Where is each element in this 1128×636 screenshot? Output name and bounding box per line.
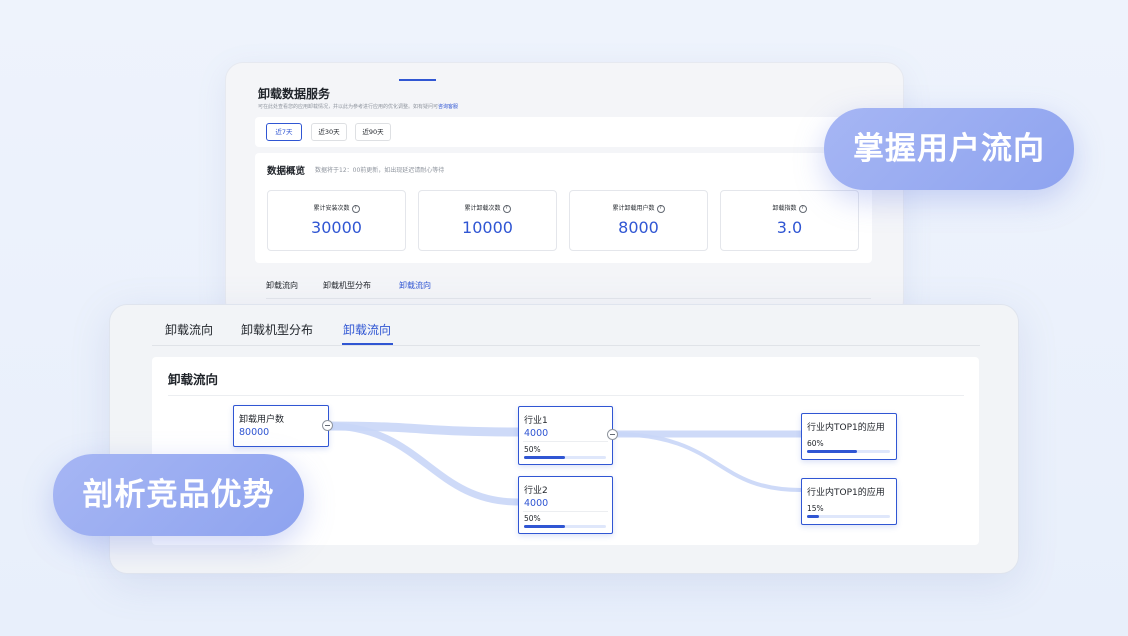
contact-support-link[interactable]: 咨询客服 (438, 104, 458, 110)
tab-uninstall-flow[interactable]: 卸载流向 (165, 321, 213, 338)
progress-fill (807, 450, 857, 453)
help-icon[interactable]: ? (351, 204, 360, 213)
node-label: 行业内TOP1的应用 (807, 423, 885, 433)
help-icon[interactable]: ? (656, 204, 665, 213)
metric-card-uninstall-index: 卸载指数? 3.0 (720, 190, 859, 251)
node-percent: 15% (807, 504, 824, 513)
node-label: 行业2 (524, 486, 548, 496)
node-percent: 60% (807, 439, 824, 448)
tab-divider (266, 298, 871, 299)
node-percent: 50% (524, 445, 541, 454)
metric-label: 累计安装次数 (313, 205, 350, 212)
help-icon[interactable]: ? (502, 204, 511, 213)
progress-fill (524, 456, 565, 459)
node-top-app-2[interactable]: 行业内TOP1的应用 15% (801, 478, 897, 525)
back-card: 卸载数据服务 可在此处查看您的应用卸载情况，并以此为参考进行应用的优化调整。如有… (225, 62, 904, 319)
tab-uninstall-flow-active[interactable]: 卸载流向 (343, 321, 391, 338)
metric-value: 30000 (311, 218, 362, 237)
node-uninstall-users[interactable]: 卸载用户数 80000 (233, 405, 329, 447)
metric-card-installs: 累计安装次数? 30000 (267, 190, 406, 251)
node-label: 行业内TOP1的应用 (807, 488, 885, 498)
collapse-icon[interactable] (607, 429, 618, 440)
active-tab-indicator (399, 79, 436, 81)
flow-root-to-industry2 (327, 422, 519, 506)
metric-value: 8000 (618, 218, 659, 237)
node-industry-2[interactable]: 行业2 4000 50% (518, 476, 613, 534)
overview-title: 数据概览 (267, 166, 306, 177)
progress-bar (807, 515, 890, 518)
page-title: 卸载数据服务 (258, 87, 331, 101)
progress-bar (524, 456, 606, 459)
node-percent: 50% (524, 514, 541, 523)
help-icon[interactable]: ? (798, 204, 807, 213)
progress-fill (524, 525, 565, 528)
progress-bar (524, 525, 606, 528)
node-value: 80000 (239, 427, 270, 438)
range-30-days-button[interactable]: 近30天 (311, 123, 347, 141)
tab-divider (152, 345, 980, 346)
metric-value: 10000 (462, 218, 513, 237)
progress-bar (807, 450, 890, 453)
time-range-bar: 近7天 近30天 近90天 (255, 117, 872, 147)
page-subtitle: 可在此处查看您的应用卸载情况，并以此为参考进行应用的优化调整。如有疑问可咨询客服 (258, 104, 459, 110)
tab-device-distribution[interactable]: 卸载机型分布 (241, 321, 313, 338)
metric-value: 3.0 (776, 218, 803, 237)
metric-card-uninstalls: 累计卸载次数? 10000 (418, 190, 557, 251)
node-label: 行业1 (524, 416, 548, 426)
range-7-days-button[interactable]: 近7天 (266, 123, 302, 141)
tab-device-distribution[interactable]: 卸载机型分布 (323, 280, 371, 291)
metric-card-uninstall-users: 累计卸载用户数? 8000 (569, 190, 708, 251)
node-value: 4000 (524, 498, 549, 509)
collapse-icon[interactable] (322, 420, 333, 431)
tab-uninstall-flow-active[interactable]: 卸载流向 (399, 280, 431, 291)
metric-label: 累计卸载次数 (464, 205, 501, 212)
metric-label: 累计卸载用户数 (612, 205, 655, 212)
feature-badge-competitor: 剖析竞品优势 (53, 454, 304, 536)
overview-section: 数据概览 数据将于12：00前更新，如出现延迟请耐心等待 累计安装次数? 300… (255, 153, 872, 263)
metric-label: 卸载指数 (772, 205, 797, 212)
progress-fill (807, 515, 820, 518)
range-90-days-button[interactable]: 近90天 (355, 123, 391, 141)
tab-uninstall-flow[interactable]: 卸载流向 (266, 280, 298, 291)
node-industry-1[interactable]: 行业1 4000 50% (518, 406, 613, 465)
node-label: 卸载用户数 (239, 415, 285, 425)
flow-industry1-to-app2 (611, 432, 802, 492)
node-value: 4000 (524, 428, 549, 439)
overview-note: 数据将于12：00前更新，如出现延迟请耐心等待 (315, 167, 445, 174)
feature-badge-user-flow: 掌握用户流向 (824, 108, 1074, 190)
node-top-app-1[interactable]: 行业内TOP1的应用 60% (801, 413, 897, 460)
